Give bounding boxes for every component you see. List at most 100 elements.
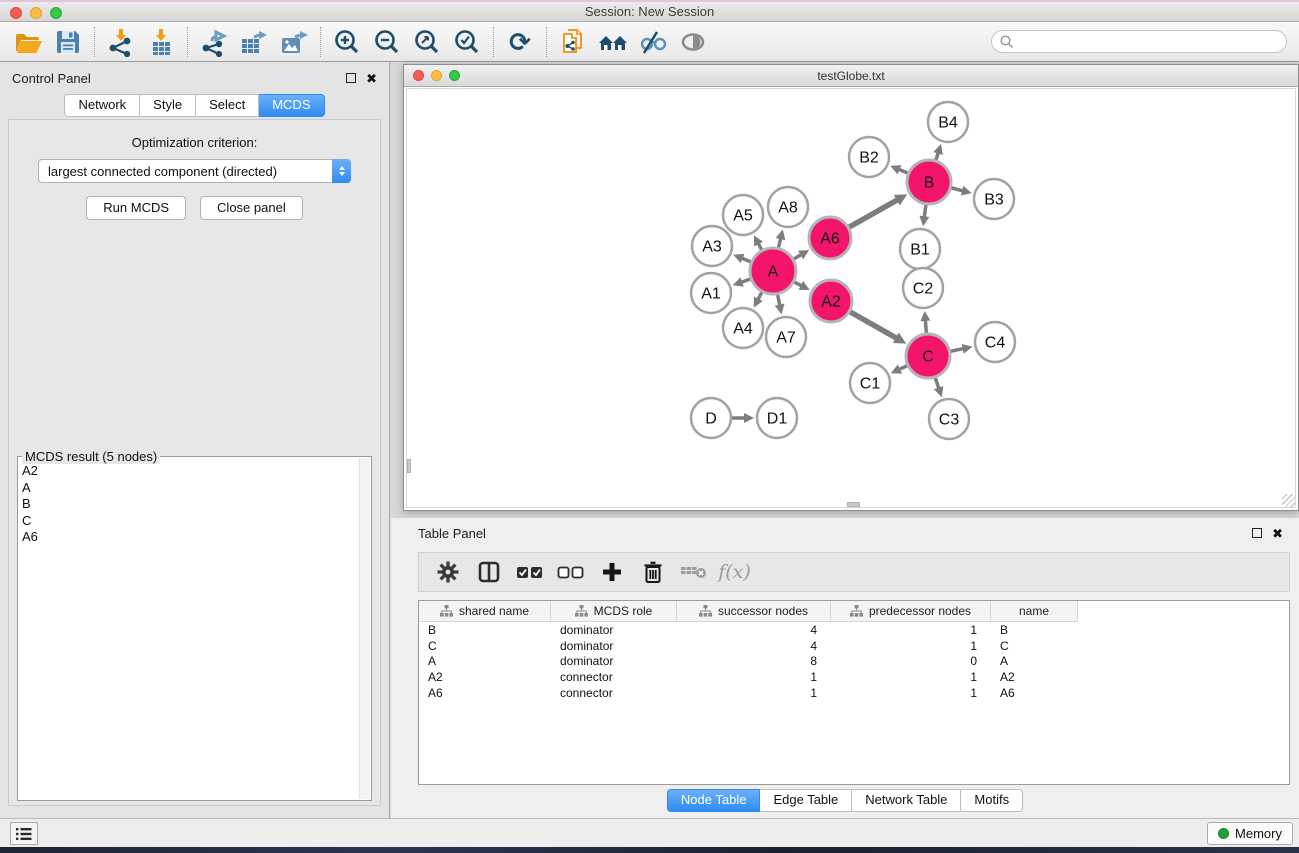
criterion-select[interactable]: largest connected component (directed)	[38, 159, 351, 183]
result-item[interactable]: C	[22, 513, 369, 530]
column-header-predecessor-nodes[interactable]: predecessor nodes	[831, 601, 991, 622]
result-item[interactable]: A6	[22, 529, 369, 546]
table-cell[interactable]: 1	[831, 639, 991, 653]
table-cell[interactable]: 1	[677, 686, 831, 700]
table-cell[interactable]: dominator	[551, 623, 677, 637]
edge-C-C4[interactable]	[951, 348, 965, 351]
table-cell[interactable]: C	[991, 639, 1078, 653]
delete-table-button[interactable]	[675, 556, 712, 588]
float-table-panel-icon[interactable]	[1252, 528, 1262, 538]
table-row[interactable]: Adominator80A	[419, 654, 1289, 670]
close-window-icon[interactable]	[10, 7, 22, 19]
tab-network[interactable]: Network	[64, 94, 140, 117]
tab-network-table[interactable]: Network Table	[852, 789, 961, 812]
memory-button[interactable]: Memory	[1207, 822, 1293, 845]
table-cell[interactable]: 1	[831, 623, 991, 637]
zoom-fit-button[interactable]	[407, 25, 447, 59]
result-item[interactable]: A2	[22, 463, 369, 480]
tab-mcds[interactable]: MCDS	[259, 94, 324, 117]
table-cell[interactable]: A6	[991, 686, 1078, 700]
task-history-button[interactable]	[10, 822, 38, 845]
table-cell[interactable]: connector	[551, 686, 677, 700]
table-cell[interactable]: 1	[831, 670, 991, 684]
table-cell[interactable]: B	[419, 623, 551, 637]
network-vertical-scrollbar[interactable]	[407, 459, 411, 473]
column-header-name[interactable]: name	[991, 601, 1078, 622]
zoom-out-button[interactable]	[367, 25, 407, 59]
show-graphics-details-button[interactable]	[673, 25, 713, 59]
mcds-result-list[interactable]: A2ABCA6	[18, 457, 371, 546]
table-cell[interactable]: 8	[677, 654, 831, 668]
close-table-panel-icon[interactable]: ✖	[1272, 527, 1283, 540]
network-close-icon[interactable]	[413, 70, 424, 81]
table-cell[interactable]: dominator	[551, 639, 677, 653]
zoom-selected-button[interactable]	[447, 25, 487, 59]
select-all-button[interactable]	[511, 556, 548, 588]
zoom-in-button[interactable]	[327, 25, 367, 59]
node-table[interactable]: shared nameMCDS rolesuccessor nodesprede…	[418, 600, 1290, 785]
table-cell[interactable]: 1	[677, 670, 831, 684]
table-row[interactable]: A2connector11A2	[419, 669, 1289, 685]
float-panel-icon[interactable]	[346, 73, 356, 83]
result-item[interactable]: B	[22, 496, 369, 513]
table-cell[interactable]: 4	[677, 623, 831, 637]
table-cell[interactable]: A2	[991, 670, 1078, 684]
close-panel-button[interactable]: Close panel	[200, 196, 303, 220]
run-mcds-button[interactable]: Run MCDS	[86, 196, 186, 220]
tab-edge-table[interactable]: Edge Table	[760, 789, 852, 812]
delete-column-button[interactable]	[634, 556, 671, 588]
column-header-MCDS-role[interactable]: MCDS role	[551, 601, 677, 622]
table-cell[interactable]: 1	[831, 686, 991, 700]
search-input[interactable]	[991, 30, 1287, 53]
new-session-from-network-button[interactable]	[553, 25, 593, 59]
table-cell[interactable]: A	[419, 654, 551, 668]
open-file-button[interactable]	[8, 25, 48, 59]
table-cell[interactable]: A	[991, 654, 1078, 668]
network-window-titlebar[interactable]: testGlobe.txt	[404, 65, 1298, 87]
edge-A6-B[interactable]	[849, 199, 898, 227]
table-row[interactable]: Cdominator41C	[419, 638, 1289, 654]
table-cell[interactable]: dominator	[551, 654, 677, 668]
column-header-successor-nodes[interactable]: successor nodes	[677, 601, 831, 622]
save-session-button[interactable]	[48, 25, 88, 59]
table-cell[interactable]: A2	[419, 670, 551, 684]
edge-B-B1[interactable]	[924, 205, 926, 218]
network-zoom-icon[interactable]	[449, 70, 460, 81]
tab-style[interactable]: Style	[140, 94, 196, 117]
table-cell[interactable]: A6	[419, 686, 551, 700]
hide-graphics-details-button[interactable]	[633, 25, 673, 59]
table-cell[interactable]: B	[991, 623, 1078, 637]
export-table-button[interactable]	[234, 25, 274, 59]
refresh-button[interactable]: ⟳	[500, 25, 540, 59]
network-canvas[interactable]: B4B2BB3A8A5A6A3B1AC2A1A2A4A7C4CC1DD1C3	[406, 88, 1296, 508]
tab-motifs[interactable]: Motifs	[961, 789, 1023, 812]
show-column-button[interactable]	[470, 556, 507, 588]
tab-node-table[interactable]: Node Table	[667, 789, 761, 812]
table-row[interactable]: A6connector11A6	[419, 685, 1289, 701]
tab-select[interactable]: Select	[196, 94, 259, 117]
network-minimize-icon[interactable]	[431, 70, 442, 81]
deselect-all-button[interactable]	[552, 556, 589, 588]
add-column-button[interactable]	[593, 556, 630, 588]
edge-A2-C[interactable]	[850, 312, 897, 339]
minimize-window-icon[interactable]	[30, 7, 42, 19]
table-cell[interactable]: 0	[831, 654, 991, 668]
column-header-shared-name[interactable]: shared name	[419, 601, 551, 622]
result-item[interactable]: A	[22, 480, 369, 497]
table-row[interactable]: Bdominator41B	[419, 622, 1289, 638]
network-graph[interactable]: B4B2BB3A8A5A6A3B1AC2A1A2A4A7C4CC1DD1C3	[407, 89, 1297, 509]
edge-C-C2[interactable]	[925, 319, 926, 333]
zoom-window-icon[interactable]	[50, 7, 62, 19]
table-cell[interactable]: C	[419, 639, 551, 653]
result-scrollbar[interactable]	[359, 458, 370, 799]
network-view-window[interactable]: testGlobe.txt B4B2BB3A8A5A6A3B1AC2A1A2A4…	[403, 64, 1299, 511]
network-horizontal-scrollbar[interactable]	[847, 502, 860, 507]
home-button[interactable]	[593, 25, 633, 59]
window-resize-grip[interactable]	[1282, 494, 1295, 507]
export-image-button[interactable]	[274, 25, 314, 59]
apply-function-button[interactable]: f(x)	[716, 556, 753, 588]
table-settings-button[interactable]	[429, 556, 466, 588]
close-panel-icon[interactable]: ✖	[366, 72, 377, 85]
table-cell[interactable]: 4	[677, 639, 831, 653]
import-table-button[interactable]	[141, 25, 181, 59]
